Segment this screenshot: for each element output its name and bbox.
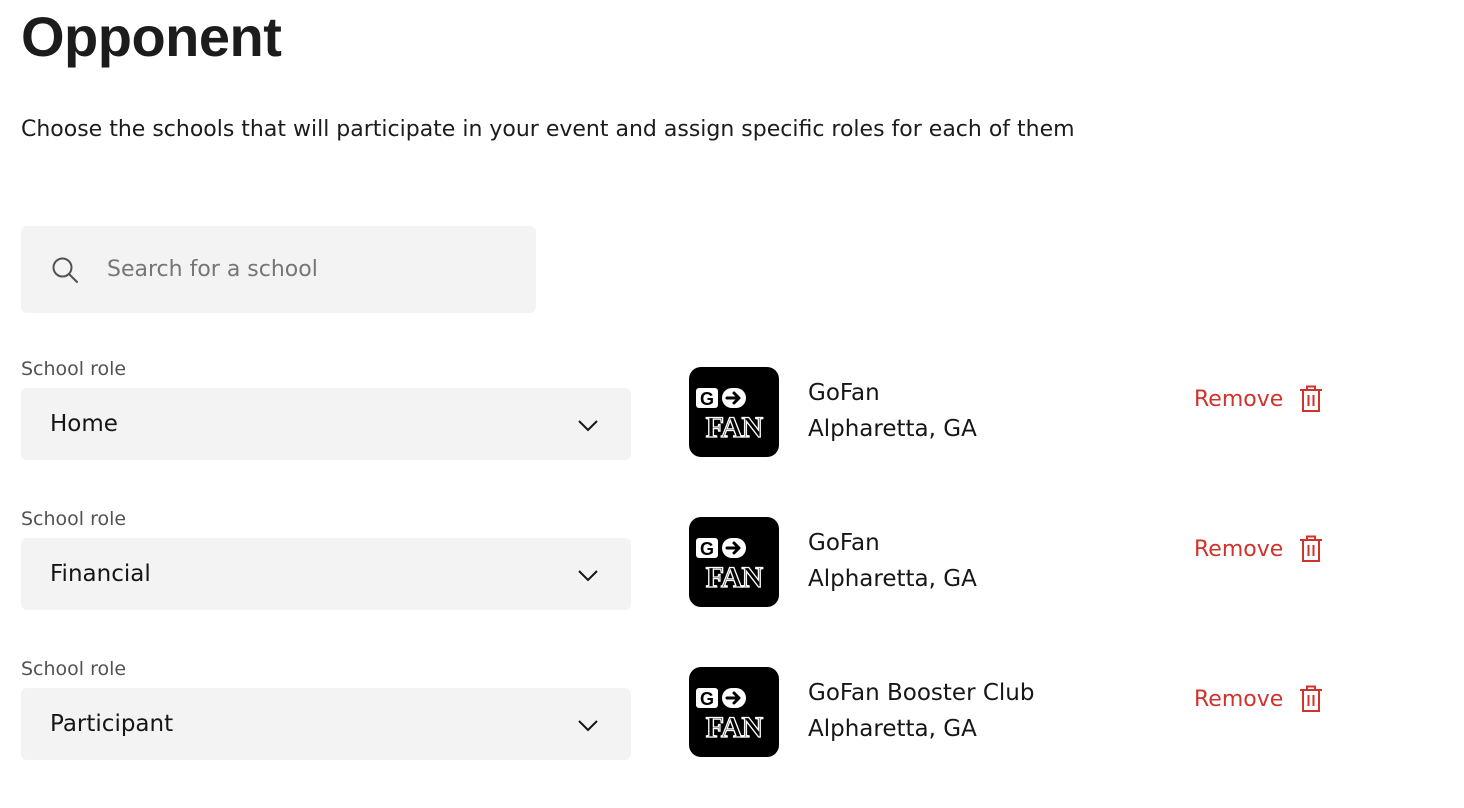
trash-icon <box>1300 385 1323 412</box>
trash-icon <box>1300 535 1323 562</box>
school-location: Alpharetta, GA <box>808 566 977 592</box>
trash-icon <box>1300 685 1323 712</box>
school-logo: G FAN <box>689 667 779 757</box>
chevron-down-icon <box>578 570 598 582</box>
school-role-select[interactable]: Participant <box>21 688 631 760</box>
search-box[interactable] <box>21 226 536 313</box>
svg-text:G: G <box>700 689 714 709</box>
remove-button[interactable]: Remove <box>1194 534 1323 564</box>
svg-text:FAN: FAN <box>706 711 764 744</box>
school-role-label: School role <box>21 358 127 380</box>
svg-text:G: G <box>700 389 714 409</box>
school-logo: G FAN <box>689 367 779 457</box>
school-role-label: School role <box>21 658 127 680</box>
school-row: School role Financial G FAN GoFan Alphar… <box>0 508 1464 658</box>
svg-text:G: G <box>700 539 714 559</box>
gofan-logo-icon: G FAN <box>696 538 765 595</box>
remove-label: Remove <box>1194 686 1284 712</box>
gofan-logo-icon: G FAN <box>696 688 765 745</box>
page-title: Opponent <box>21 5 282 68</box>
school-role-label: School role <box>21 508 127 530</box>
remove-button[interactable]: Remove <box>1194 684 1323 714</box>
school-role-value: Participant <box>50 711 174 737</box>
school-row: School role Participant G FAN GoFan Boos… <box>0 658 1464 808</box>
chevron-down-icon <box>578 720 598 732</box>
gofan-logo-icon: G FAN <box>696 388 765 445</box>
school-location: Alpharetta, GA <box>808 416 977 442</box>
school-row: School role Home G FAN GoFan Alpharetta,… <box>0 358 1464 508</box>
school-role-select[interactable]: Home <box>21 388 631 460</box>
school-location: Alpharetta, GA <box>808 716 977 742</box>
page-description: Choose the schools that will participate… <box>21 117 1075 142</box>
school-name: GoFan Booster Club <box>808 680 1035 706</box>
remove-label: Remove <box>1194 386 1284 412</box>
school-role-value: Financial <box>50 561 151 587</box>
search-input[interactable] <box>107 226 527 313</box>
school-name: GoFan <box>808 530 880 556</box>
school-role-select[interactable]: Financial <box>21 538 631 610</box>
school-logo: G FAN <box>689 517 779 607</box>
school-name: GoFan <box>808 380 880 406</box>
search-icon <box>52 257 78 283</box>
svg-text:FAN: FAN <box>706 561 764 594</box>
school-role-value: Home <box>50 411 118 437</box>
svg-text:FAN: FAN <box>706 411 764 444</box>
remove-label: Remove <box>1194 536 1284 562</box>
chevron-down-icon <box>578 420 598 432</box>
remove-button[interactable]: Remove <box>1194 384 1323 414</box>
